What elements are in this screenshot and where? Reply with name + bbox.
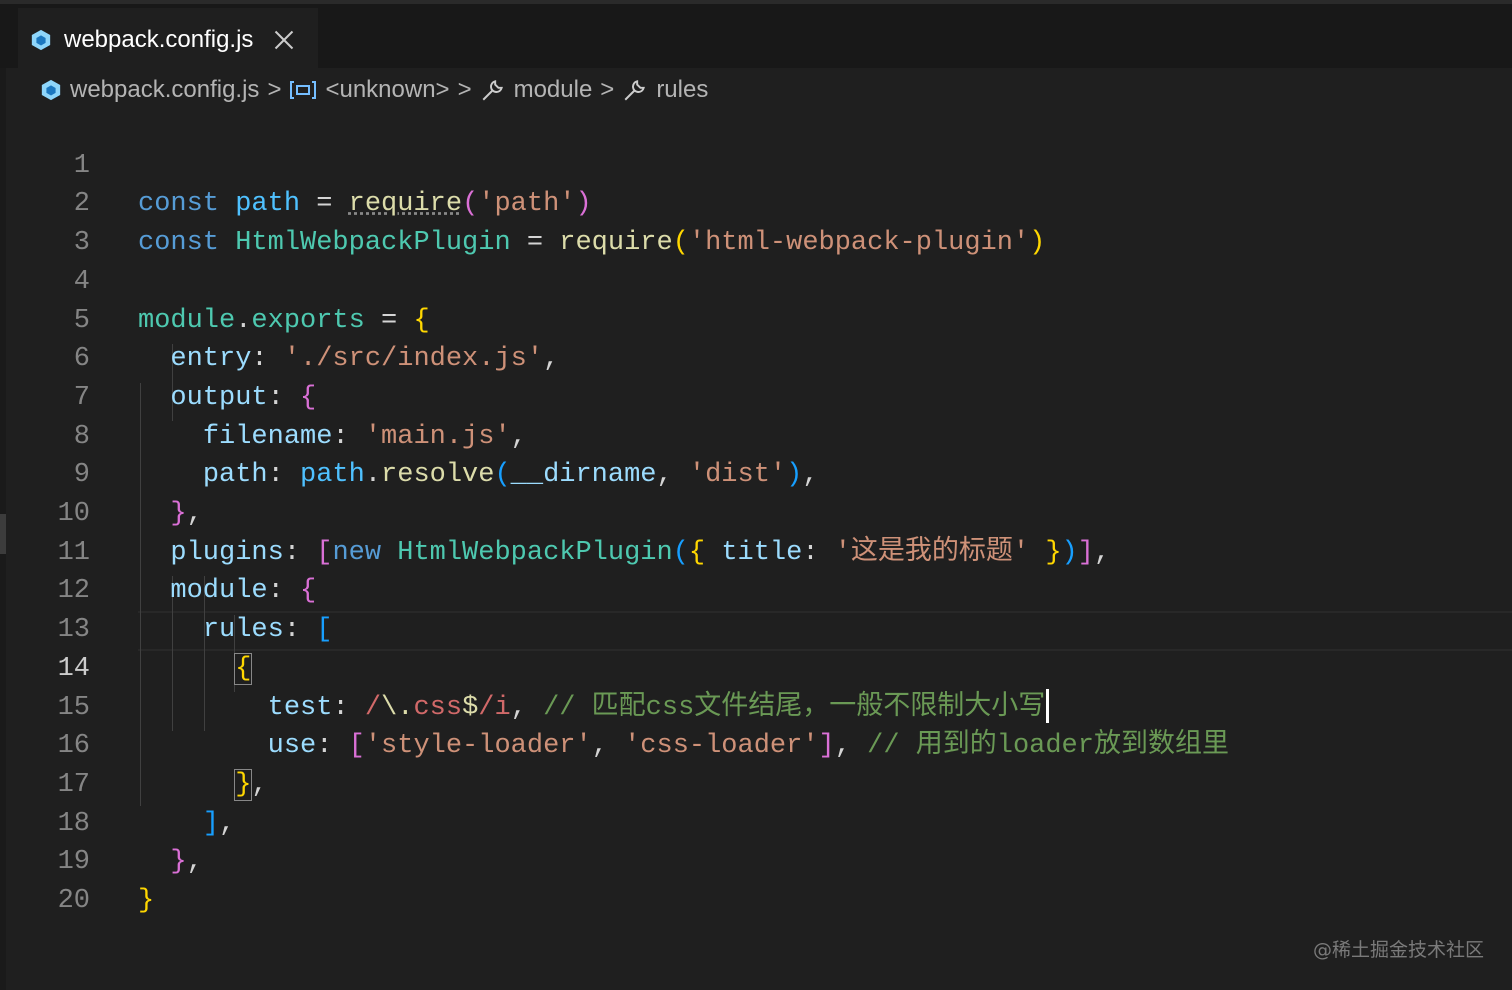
- tab-title: webpack.config.js: [64, 26, 254, 53]
- code-line: 11 module: {: [0, 495, 1512, 607]
- code-line: 2 const HtmlWebpackPlugin = require('htm…: [0, 147, 1512, 258]
- breadcrumb-symbol-label: module: [513, 76, 593, 103]
- code-line: 16 },: [0, 689, 1512, 801]
- code-line: 7 filename: 'main.js',: [0, 340, 1512, 452]
- breadcrumb-symbol-unknown[interactable]: <unknown>: [289, 76, 450, 104]
- code-line: 9 },: [0, 418, 1512, 529]
- code-line: 18 },: [0, 766, 1512, 878]
- tab-bar: webpack.config.js: [0, 0, 1512, 72]
- line-number: 20: [57, 886, 90, 916]
- close-icon[interactable]: [271, 27, 297, 53]
- code-text: }: [138, 882, 154, 921]
- breadcrumb: webpack.config.js > <unknown> > module >…: [40, 72, 708, 108]
- code-line: 5 entry: './src/index.js',: [0, 263, 1512, 375]
- code-editor[interactable]: 1 const path = require('path') 2 const H…: [0, 108, 1512, 916]
- chevron-right-icon: >: [457, 76, 472, 103]
- code-line: 20: [0, 843, 1512, 916]
- breadcrumb-symbol-label: <unknown>: [325, 76, 450, 103]
- code-line: 15 use: ['style-loader', 'css-loader'], …: [0, 650, 1512, 762]
- wrench-icon: [482, 80, 503, 101]
- breadcrumb-symbol-rules[interactable]: rules: [622, 76, 708, 104]
- variable-symbol-icon: [290, 81, 317, 99]
- wrench-icon: [624, 80, 646, 101]
- code-line: 10 plugins: [new HtmlWebpackPlugin({ tit…: [0, 456, 1512, 568]
- breadcrumb-file-label: webpack.config.js: [70, 76, 260, 103]
- code-line: 19 }: [0, 805, 1512, 916]
- breadcrumb-symbol-label: rules: [656, 76, 709, 103]
- code-line: 6 output: {: [0, 302, 1512, 413]
- code-line: 3: [0, 185, 1512, 258]
- chevron-right-icon: >: [600, 76, 615, 103]
- breadcrumb-file[interactable]: webpack.config.js: [40, 76, 259, 104]
- code-line: 17 ],: [0, 727, 1512, 839]
- code-line: 13 {: [0, 572, 1512, 685]
- breadcrumb-symbol-module[interactable]: module: [480, 76, 593, 104]
- code-line: 4 module.exports = {: [0, 224, 1512, 336]
- tab-webpack-config[interactable]: webpack.config.js: [18, 8, 318, 72]
- code-line: 14 test: /\.css$/i, // 匹配css文件结尾，一般不限制大小…: [0, 611, 1512, 724]
- code-line: 12 rules: [: [0, 534, 1512, 645]
- token-bracket: }: [138, 886, 155, 916]
- webpack-cube-icon: [41, 79, 61, 101]
- code-line: 8 path: path.resolve(__dirname, 'dist'),: [0, 379, 1512, 491]
- code-line: 1 const path = require('path'): [0, 108, 1512, 220]
- chevron-right-icon: >: [267, 76, 282, 103]
- webpack-cube-icon: [31, 29, 51, 51]
- watermark: @稀土掘金技术社区: [1312, 939, 1484, 961]
